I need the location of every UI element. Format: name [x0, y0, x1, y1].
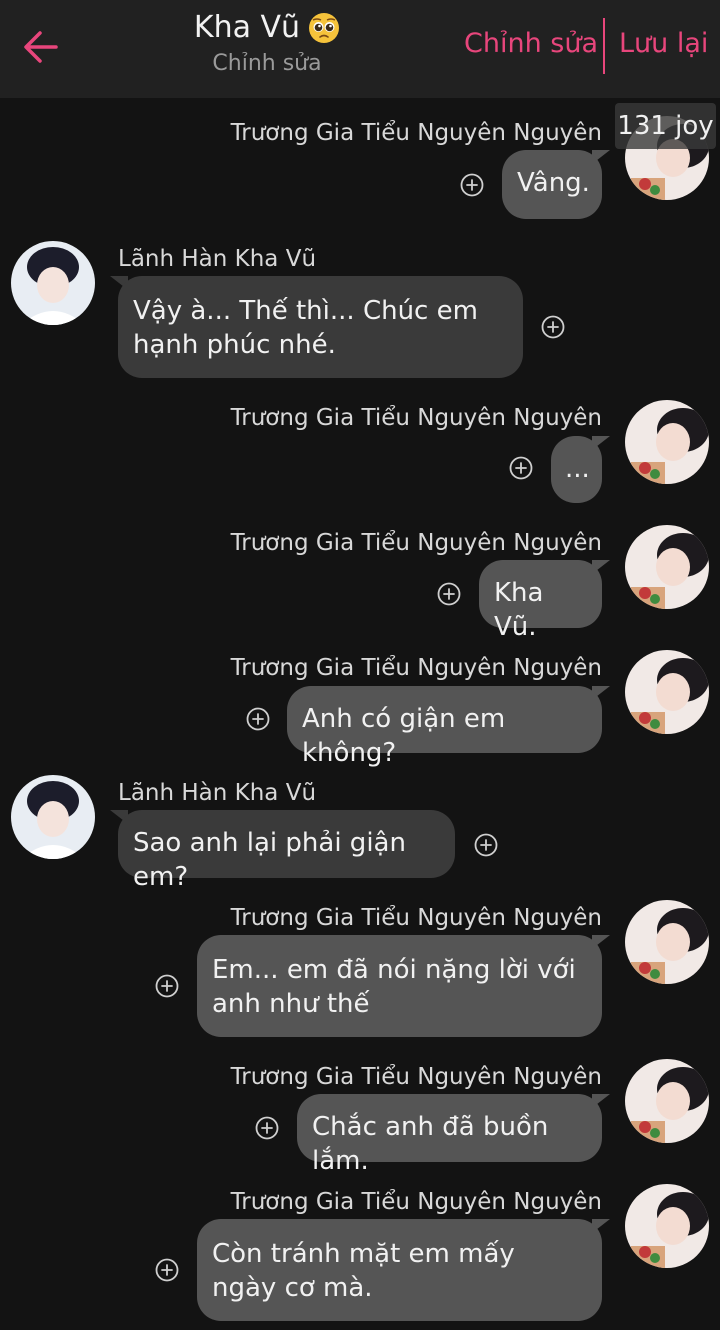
- message-bubble[interactable]: Chắc anh đã buồn lắm.: [297, 1094, 602, 1176]
- message-bubble[interactable]: ...: [551, 436, 602, 503]
- add-reaction-icon[interactable]: [255, 1116, 279, 1140]
- add-reaction-icon[interactable]: [460, 173, 484, 197]
- pleading-face-emoji: [309, 12, 340, 43]
- word-counter-badge: 131 joy: [615, 103, 716, 149]
- message-bubble[interactable]: Anh có giận em không?: [287, 686, 602, 768]
- chat-subtitle: Chỉnh sửa: [212, 51, 322, 76]
- add-reaction-icon[interactable]: [541, 315, 565, 339]
- sender-name: Trương Gia Tiểu Nguyên Nguyên: [230, 1189, 602, 1215]
- sender-name: Trương Gia Tiểu Nguyên Nguyên: [230, 655, 602, 681]
- sender-name: Lãnh Hàn Kha Vũ: [118, 780, 317, 806]
- add-reaction-icon[interactable]: [246, 707, 270, 731]
- arrow-left-icon: [24, 31, 58, 63]
- avatar[interactable]: [625, 400, 709, 484]
- edit-button[interactable]: Chỉnh sửa: [464, 28, 598, 59]
- add-reaction-icon[interactable]: [437, 582, 461, 606]
- message-bubble[interactable]: Kha Vũ.: [479, 560, 602, 642]
- sender-name: Trương Gia Tiểu Nguyên Nguyên: [230, 405, 602, 431]
- sender-name: Trương Gia Tiểu Nguyên Nguyên: [230, 905, 602, 931]
- avatar[interactable]: [625, 1184, 709, 1268]
- chat-title: Kha Vũ: [193, 10, 301, 45]
- avatar[interactable]: [625, 1059, 709, 1143]
- add-reaction-icon[interactable]: [474, 833, 498, 857]
- add-reaction-icon[interactable]: [155, 1258, 179, 1282]
- message-bubble[interactable]: Vậy à... Thế thì... Chúc em hạnh phúc nh…: [118, 276, 523, 378]
- sender-name: Trương Gia Tiểu Nguyên Nguyên: [230, 1064, 602, 1090]
- title-block: Kha Vũ Chỉnh sửa: [150, 10, 384, 76]
- message-bubble[interactable]: Sao anh lại phải giận em?: [118, 810, 455, 892]
- add-reaction-icon[interactable]: [509, 456, 533, 480]
- divider: [603, 18, 605, 74]
- top-bar: Kha Vũ Chỉnh sửa Chỉnh sửa Lưu lại: [0, 0, 720, 98]
- avatar[interactable]: [625, 525, 709, 609]
- sender-name: Trương Gia Tiểu Nguyên Nguyên: [230, 530, 602, 556]
- back-button[interactable]: [18, 24, 64, 70]
- sender-name: Lãnh Hàn Kha Vũ: [118, 246, 317, 272]
- avatar[interactable]: [625, 650, 709, 734]
- avatar[interactable]: [625, 900, 709, 984]
- sender-name: Trương Gia Tiểu Nguyên Nguyên: [230, 120, 602, 146]
- message-bubble[interactable]: Vâng.: [502, 150, 602, 219]
- save-button[interactable]: Lưu lại: [619, 28, 708, 59]
- message-bubble[interactable]: Còn tránh mặt em mấy ngày cơ mà.: [197, 1219, 602, 1321]
- avatar[interactable]: [11, 241, 95, 325]
- message-bubble[interactable]: Em... em đã nói nặng lời với anh như thế: [197, 935, 602, 1037]
- avatar[interactable]: [11, 775, 95, 859]
- add-reaction-icon[interactable]: [155, 974, 179, 998]
